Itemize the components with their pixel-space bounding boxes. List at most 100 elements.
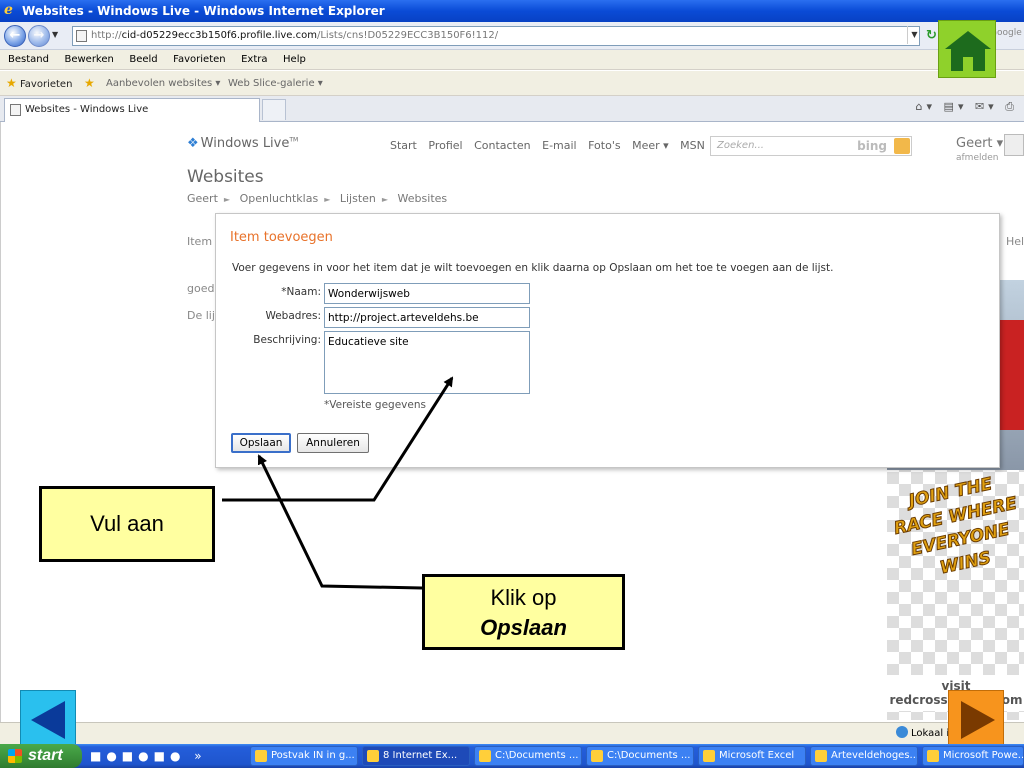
task-outlook[interactable]: Postvak IN in g... <box>250 746 358 766</box>
menu-beeld[interactable]: Beeld <box>123 50 163 70</box>
nav-msn[interactable]: MSN <box>680 139 705 152</box>
add-item-dialog: Item toevoegen Voer gegevens in voor het… <box>215 213 1000 468</box>
breadcrumb-geert[interactable]: Geert <box>187 192 218 205</box>
name-field[interactable] <box>324 283 530 304</box>
favorites-bar: ★ Favorieten ★ Aanbevolen websites ▾ Web… <box>0 71 1024 96</box>
search-placeholder: Zoeken... <box>717 140 764 151</box>
menu-favorieten[interactable]: Favorieten <box>167 50 231 70</box>
breadcrumb-separator-icon: ► <box>223 195 231 204</box>
bing-logo: bing <box>857 139 887 153</box>
callout-click-line1: Klik op <box>490 585 557 610</box>
nav-start[interactable]: Start <box>390 139 417 152</box>
menu-bestand[interactable]: Bestand <box>2 50 55 70</box>
behind-help-link: Help <box>1006 235 1024 248</box>
home-icon[interactable] <box>938 20 996 78</box>
back-arrow-icon[interactable]: ← <box>4 25 26 47</box>
tab-favicon-icon <box>10 104 21 116</box>
ie-logo-icon: e <box>4 2 13 18</box>
suggested-sites-label: Aanbevolen websites ▾ <box>106 78 221 89</box>
start-button[interactable]: start <box>0 744 82 768</box>
breadcrumb: Geert ► Openluchtklas ► Lijsten ► Websites <box>187 192 447 205</box>
refresh-icon[interactable]: ↻ <box>926 28 937 43</box>
sign-out-link[interactable]: afmelden <box>956 153 998 163</box>
url-path: /Lists/cns!D05229ECC3B150F6!112/ <box>316 30 499 41</box>
url-prefix: http:// <box>91 30 122 41</box>
web-slice-gallery-button[interactable]: Web Slice-galerie ▾ <box>228 71 323 96</box>
task-arteveldehogeschool[interactable]: Arteveldehoges... <box>810 746 918 766</box>
arrow-right-icon[interactable] <box>948 690 1004 748</box>
task-documents-1[interactable]: C:\Documents ... <box>474 746 582 766</box>
favorites-label: Favorieten <box>19 79 73 90</box>
task-powerpoint[interactable]: Microsoft Powe... <box>922 746 1024 766</box>
menu-extra[interactable]: Extra <box>235 50 273 70</box>
task-icon <box>815 750 827 762</box>
save-button[interactable]: Opslaan <box>231 433 291 453</box>
user-menu[interactable]: Geert ▾ <box>956 136 1003 151</box>
breadcrumb-separator-icon: ► <box>324 195 331 204</box>
ad-slogan: JOIN THE RACE WHERE EVERYONE WINS <box>892 474 1019 579</box>
url-label: Webadres: <box>265 310 321 322</box>
tab-websites[interactable]: Websites - Windows Live <box>4 98 260 122</box>
menu-bewerken[interactable]: Bewerken <box>58 50 119 70</box>
add-favorite-icon[interactable]: ★ <box>84 71 95 97</box>
web-slice-label: Web Slice-galerie ▾ <box>228 78 323 89</box>
nav-contacten[interactable]: Contacten <box>474 139 531 152</box>
task-icon <box>255 750 267 762</box>
menu-help[interactable]: Help <box>277 50 312 70</box>
required-note: *Vereiste gegevens <box>324 399 426 411</box>
task-documents-2[interactable]: C:\Documents ... <box>586 746 694 766</box>
tab-label: Websites - Windows Live <box>25 104 149 115</box>
task-internet-explorer[interactable]: 8 Internet Ex... <box>362 746 470 766</box>
new-tab-button[interactable] <box>262 99 286 120</box>
security-zone[interactable]: Lokaal in <box>896 725 955 743</box>
window-titlebar: e Websites - Windows Live - Windows Inte… <box>0 0 1024 22</box>
site-search-input[interactable]: Zoeken... bing <box>710 136 912 156</box>
quick-launch-overflow[interactable]: » <box>194 749 206 763</box>
nav-email[interactable]: E-mail <box>542 139 577 152</box>
home-door-shape <box>963 57 973 71</box>
suggested-sites-button[interactable]: Aanbevolen websites ▾ <box>106 71 220 96</box>
window-title: Websites - Windows Live - Windows Intern… <box>22 4 385 18</box>
dialog-title: Item toevoegen <box>230 230 333 245</box>
tab-bar: Websites - Windows Live ⌂▾ ▤▾ ✉▾ ⎙ <box>0 96 1024 122</box>
search-icon[interactable] <box>894 138 910 154</box>
favorites-button[interactable]: ★ Favorieten <box>6 71 72 97</box>
url-input[interactable]: http://cid-d05229ecc3b150f6.profile.live… <box>72 26 920 46</box>
status-bar: Lokaal in <box>0 722 1024 744</box>
url-field[interactable] <box>324 307 530 328</box>
breadcrumb-websites: Websites <box>397 192 448 205</box>
nav-meer[interactable]: Meer ▾ <box>632 139 669 152</box>
globe-icon <box>896 726 908 738</box>
arrow-left-icon[interactable] <box>20 690 76 748</box>
task-label: Microsoft Powe... <box>943 750 1024 761</box>
task-icon <box>927 750 939 762</box>
task-excel[interactable]: Microsoft Excel <box>698 746 806 766</box>
description-field[interactable]: Educatieve site <box>324 331 530 394</box>
menu-bar: Bestand Bewerken Beeld Favorieten Extra … <box>0 50 1024 70</box>
breadcrumb-lijsten[interactable]: Lijsten <box>340 192 376 205</box>
task-label: C:\Documents ... <box>495 750 579 761</box>
callout-fill-in: Vul aan <box>39 486 215 562</box>
callout-click-line2: Opslaan <box>480 615 567 640</box>
dialog-description: Voer gegevens in voor het item dat je wi… <box>232 262 834 274</box>
name-label: *Naam: <box>281 286 321 298</box>
cancel-button[interactable]: Annuleren <box>297 433 369 453</box>
history-dropdown-icon[interactable]: ▼ <box>52 30 58 39</box>
favorites-star-icon: ★ <box>6 76 17 90</box>
windows-live-logo[interactable]: ❖ Windows LiveTM <box>187 136 298 151</box>
behind-text-1: goed <box>187 282 215 295</box>
forward-arrow-icon[interactable]: → <box>28 25 50 47</box>
task-icon <box>591 750 603 762</box>
nav-profiel[interactable]: Profiel <box>428 139 462 152</box>
task-icon <box>703 750 715 762</box>
url-dropdown-icon[interactable]: ▼ <box>907 26 921 44</box>
command-bar-icons[interactable]: ⌂▾ ▤▾ ✉▾ ⎙ <box>916 100 1018 114</box>
windows-live-flag-icon: ❖ <box>187 136 199 151</box>
page-icon <box>76 30 87 42</box>
avatar[interactable] <box>1004 134 1024 156</box>
task-label: 8 Internet Ex... <box>383 750 458 761</box>
breadcrumb-openluchtklas[interactable]: Openluchtklas <box>240 192 319 205</box>
quick-launch-icons[interactable]: ■●■●■● » <box>90 749 207 763</box>
nav-fotos[interactable]: Foto's <box>588 139 620 152</box>
top-navigation: Start Profiel Contacten E-mail Foto's Me… <box>390 139 713 152</box>
